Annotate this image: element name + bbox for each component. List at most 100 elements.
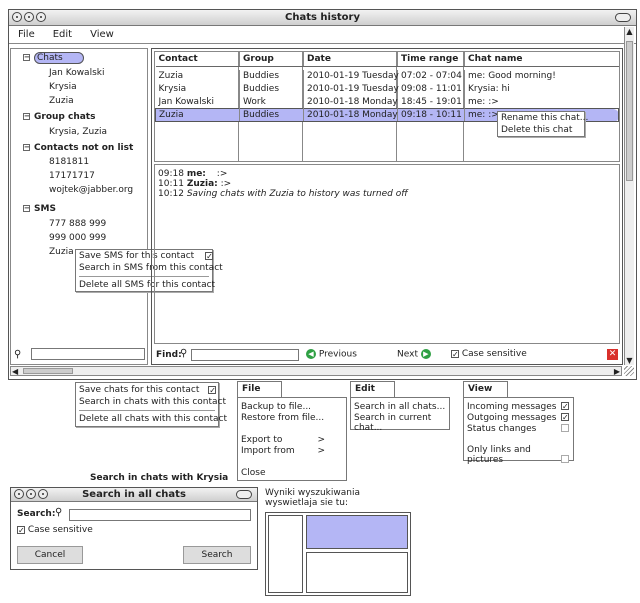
toolbar-toggle-icon[interactable] bbox=[615, 13, 631, 22]
minimize-window-icon[interactable] bbox=[24, 12, 34, 22]
collapse-icon[interactable]: − bbox=[23, 54, 30, 61]
menu-edit[interactable]: Edit bbox=[44, 29, 81, 40]
checkbox-checked-icon[interactable]: ✓ bbox=[17, 525, 25, 534]
tree-item[interactable]: 777 888 999 bbox=[49, 219, 106, 229]
case-sensitive-checkbox[interactable]: ✓ Case sensitive bbox=[17, 525, 93, 535]
menu-view[interactable]: View bbox=[81, 29, 123, 40]
menu-item-search-current[interactable]: Search in current chat... bbox=[354, 413, 449, 433]
column-header-contact[interactable]: Contact bbox=[155, 52, 240, 67]
menu-item-close[interactable]: Close bbox=[241, 468, 266, 478]
tree-sms-label[interactable]: SMS bbox=[34, 204, 56, 214]
cancel-button[interactable]: Cancel bbox=[17, 546, 83, 564]
edit-menu-tab[interactable]: Edit bbox=[350, 381, 395, 398]
submenu-arrow-icon: > bbox=[317, 435, 325, 445]
column-header-group[interactable]: Group bbox=[239, 52, 304, 67]
magnifier-icon: ⚲ bbox=[180, 348, 188, 359]
menu-item-incoming[interactable]: Incoming messages ✓ bbox=[467, 402, 569, 412]
find-label: Find: bbox=[156, 350, 182, 360]
scroll-right-arrow-icon[interactable]: ▶ bbox=[614, 367, 620, 376]
submenu-arrow-icon: > bbox=[317, 446, 325, 456]
menu-item-links[interactable]: Only links and pictures bbox=[467, 445, 569, 465]
table-row[interactable]: Krysia Buddies 2010-01-19 Tuesday 09:08 … bbox=[155, 82, 619, 96]
table-row[interactable]: Jan Kowalski Work 2010-01-18 Monday 18:4… bbox=[155, 95, 619, 109]
column-header-chat-name[interactable]: Chat name bbox=[464, 52, 619, 67]
menu-item-restore[interactable]: Restore from file... bbox=[241, 413, 324, 423]
tree-item[interactable]: Zuzia bbox=[49, 247, 74, 257]
tree-item[interactable]: 999 000 999 bbox=[49, 233, 106, 243]
vertical-scrollbar[interactable]: ▲ ▼ bbox=[624, 27, 634, 365]
menu-item-delete-chats[interactable]: Delete all chats with this contact bbox=[76, 413, 227, 425]
menu-item-search-chats[interactable]: Search in chats with this contact bbox=[76, 396, 226, 408]
log-time: 10:12 bbox=[158, 189, 184, 199]
table-row[interactable]: Zuzia Buddies 2010-01-19 Tuesday 07:02 -… bbox=[155, 69, 619, 83]
scroll-left-arrow-icon[interactable]: ◀ bbox=[12, 367, 18, 376]
previous-label: Previous bbox=[318, 349, 357, 360]
log-time: 09:18 bbox=[158, 169, 184, 179]
tree-filter-input[interactable] bbox=[31, 348, 145, 360]
menu-item-delete-chat[interactable]: Delete this chat bbox=[498, 124, 584, 136]
collapse-icon[interactable]: − bbox=[23, 205, 30, 212]
tree-section-not-on-list[interactable]: − Contacts not on list bbox=[23, 143, 133, 153]
menu-item-save-chats[interactable]: Save chats for this contact ✓ bbox=[76, 384, 218, 396]
sketch-log-pane bbox=[306, 552, 408, 593]
scroll-thumb[interactable] bbox=[626, 41, 633, 181]
menu-item-import[interactable]: Import from > bbox=[241, 446, 325, 456]
tree-item[interactable]: Krysia bbox=[49, 82, 77, 92]
close-window-icon[interactable] bbox=[14, 489, 24, 499]
tree-item[interactable]: Krysia, Zuzia bbox=[49, 127, 107, 137]
log-status-text: Saving chats with Zuzia to history was t… bbox=[186, 189, 408, 199]
horizontal-scrollbar[interactable]: ◀ ▶ bbox=[10, 366, 622, 376]
menu-item-status[interactable]: Status changes bbox=[467, 424, 569, 434]
tree-item[interactable]: Zuzia bbox=[49, 96, 74, 106]
menu-item-rename-chat[interactable]: Rename this chat... bbox=[498, 112, 588, 124]
menu-file[interactable]: File bbox=[9, 29, 44, 40]
menu-item-search-all[interactable]: Search in all chats... bbox=[354, 402, 445, 412]
tree-section-sms[interactable]: − SMS bbox=[23, 204, 56, 214]
previous-button[interactable]: ◀ Previous bbox=[306, 349, 357, 360]
magnifier-icon: ⚲ bbox=[14, 349, 22, 360]
toolbar-toggle-icon[interactable] bbox=[236, 490, 252, 499]
search-button[interactable]: Search bbox=[183, 546, 251, 564]
scroll-up-arrow-icon[interactable]: ▲ bbox=[625, 27, 634, 39]
resize-grip-icon[interactable] bbox=[624, 366, 634, 376]
tree-item[interactable]: 8181811 bbox=[49, 157, 89, 167]
checkbox-unchecked-icon[interactable] bbox=[561, 455, 569, 463]
menu-item-export[interactable]: Export to > bbox=[241, 435, 325, 445]
export-label: Export to bbox=[241, 435, 283, 445]
next-button[interactable]: Next ▶ bbox=[397, 349, 431, 360]
case-sensitive-checkbox[interactable]: ✓ Case sensitive bbox=[451, 349, 527, 359]
tree-item[interactable]: Jan Kowalski bbox=[49, 68, 104, 78]
tree-group-label[interactable]: Group chats bbox=[34, 112, 95, 122]
menu-item-outgoing[interactable]: Outgoing messages ✓ bbox=[467, 413, 569, 423]
tree-item[interactable]: 17171717 bbox=[49, 171, 95, 181]
log-time: 10:11 bbox=[158, 179, 184, 189]
checkbox-checked-icon[interactable]: ✓ bbox=[561, 402, 569, 411]
file-menu-tab[interactable]: File bbox=[237, 381, 282, 398]
close-find-icon[interactable]: ✕ bbox=[607, 349, 618, 360]
scroll-thumb[interactable] bbox=[23, 368, 73, 374]
zoom-window-icon[interactable] bbox=[38, 489, 48, 499]
column-header-time[interactable]: Time range bbox=[397, 52, 465, 67]
checkbox-checked-icon[interactable]: ✓ bbox=[561, 413, 569, 422]
menubar: File Edit View bbox=[9, 26, 636, 44]
find-input[interactable] bbox=[191, 349, 299, 361]
log-line: 09:18 me: :> bbox=[158, 169, 616, 179]
tree-item[interactable]: wojtek@jabber.org bbox=[49, 185, 133, 195]
checkbox-checked-icon[interactable]: ✓ bbox=[451, 349, 459, 358]
view-menu-tab[interactable]: View bbox=[463, 381, 508, 398]
zoom-window-icon[interactable] bbox=[36, 12, 46, 22]
checkbox-unchecked-icon[interactable] bbox=[561, 424, 569, 432]
tree-section-chats[interactable]: − Chats bbox=[23, 52, 84, 64]
collapse-icon[interactable]: − bbox=[23, 113, 30, 120]
column-header-date[interactable]: Date bbox=[303, 52, 398, 67]
tree-section-group-chats[interactable]: − Group chats bbox=[23, 112, 95, 122]
close-window-icon[interactable] bbox=[12, 12, 22, 22]
minimize-window-icon[interactable] bbox=[26, 489, 36, 499]
tree-notlist-label[interactable]: Contacts not on list bbox=[34, 143, 133, 153]
tree-chats-label[interactable]: Chats bbox=[34, 52, 84, 64]
scroll-down-arrow-icon[interactable]: ▼ bbox=[625, 356, 634, 365]
menu-item-backup[interactable]: Backup to file... bbox=[241, 402, 311, 412]
checkbox-checked-icon[interactable]: ✓ bbox=[208, 385, 217, 394]
collapse-icon[interactable]: − bbox=[23, 144, 30, 151]
search-input[interactable] bbox=[69, 509, 251, 521]
